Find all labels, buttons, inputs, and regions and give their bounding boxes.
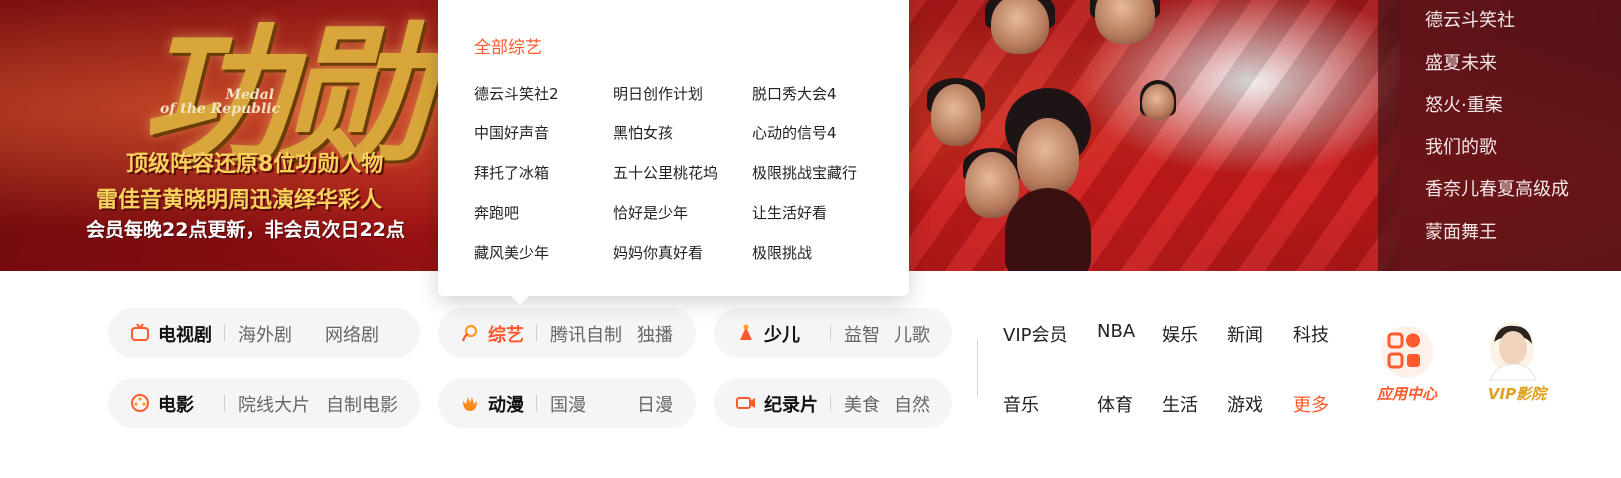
vip-cinema-label: VIP影院 <box>1487 385 1547 403</box>
nav-link-tech[interactable]: 科技 <box>1293 321 1329 347</box>
dropdown-item[interactable]: 五十公里桃花坞 <box>613 162 718 183</box>
separator <box>224 325 225 341</box>
vip-cinema-button[interactable]: VIP影院 <box>1472 318 1562 418</box>
channel-label[interactable]: 纪录片 <box>764 391 818 417</box>
hero-side-item[interactable]: 蒙面舞王 <box>1425 218 1497 244</box>
hero-side-item[interactable]: 德云斗笑社 <box>1425 6 1515 32</box>
hero-headline-3: 会员每晚22点更新，非会员次日22点 <box>86 219 405 241</box>
nav-link-more[interactable]: 更多 <box>1293 391 1329 417</box>
channel-sub-link[interactable]: 自制电影 <box>326 391 398 417</box>
dropdown-item[interactable]: 心动的信号4 <box>752 122 837 143</box>
channel-sub-link[interactable]: 腾讯自制 <box>550 321 622 347</box>
dropdown-item[interactable]: 奔跑吧 <box>474 202 519 223</box>
channel-pill-anime[interactable]: 动漫 国漫 日漫 <box>438 378 696 428</box>
hero-headline-1: 顶级阵容还原8位功勋人物 <box>126 152 384 177</box>
hero-headline-2: 雷佳音黄晓明周迅演绎华彩人 <box>96 188 383 213</box>
channel-sub-link[interactable]: 美食 <box>844 391 880 417</box>
hero-side-item[interactable]: 香奈儿春夏高级成 <box>1425 175 1569 201</box>
variety-dropdown-menu: 全部综艺 德云斗笑社2 明日创作计划 脱口秀大会4 中国好声音 黑怕女孩 心动的… <box>438 0 909 305</box>
variety-icon <box>461 324 478 342</box>
dropdown-item[interactable]: 黑怕女孩 <box>613 122 673 143</box>
channel-pill-variety[interactable]: 综艺 腾讯自制 独播 <box>438 308 696 358</box>
channel-sub-link[interactable]: 海外剧 <box>238 321 292 347</box>
hero-side-item[interactable]: 我们的歌 <box>1425 133 1497 159</box>
channel-pill-movie[interactable]: 电影 院线大片 自制电影 <box>108 378 420 428</box>
channel-sub-link[interactable]: 国漫 <box>550 391 586 417</box>
vip-cinema-avatar <box>1489 322 1537 381</box>
channel-label[interactable]: 综艺 <box>488 321 524 347</box>
nav-link-games[interactable]: 游戏 <box>1227 391 1263 417</box>
channel-sub-link[interactable]: 日漫 <box>637 391 673 417</box>
dropdown-item[interactable]: 藏风美少年 <box>474 242 549 263</box>
dropdown-item[interactable]: 极限挑战宝藏行 <box>752 162 857 183</box>
app-center-icon <box>1381 326 1433 378</box>
separator <box>224 395 225 411</box>
dropdown-all-variety-link[interactable]: 全部综艺 <box>474 33 542 58</box>
nav-link-life[interactable]: 生活 <box>1162 391 1198 417</box>
channel-label[interactable]: 电影 <box>158 391 194 417</box>
nav-link-music[interactable]: 音乐 <box>1003 391 1039 417</box>
dropdown-item[interactable]: 中国好声音 <box>474 122 549 143</box>
dropdown-item[interactable]: 德云斗笑社2 <box>474 83 559 104</box>
channel-sub-link[interactable]: 益智 <box>844 321 880 347</box>
app-center-button[interactable]: 应用中心 <box>1357 318 1457 418</box>
hero-side-list: 德云斗笑社 盛夏未来 怒火·重案 我们的歌 香奈儿春夏高级成 蒙面舞王 <box>1378 0 1621 271</box>
tv-icon <box>131 323 149 341</box>
anime-icon <box>463 397 477 411</box>
nav-link-news[interactable]: 新闻 <box>1227 321 1263 347</box>
dropdown-item[interactable]: 恰好是少年 <box>613 202 688 223</box>
hero-medal-line2: of the Republic <box>160 101 281 117</box>
separator <box>536 395 537 411</box>
hero-cast-image <box>905 0 1315 271</box>
channel-sub-link[interactable]: 院线大片 <box>238 391 310 417</box>
separator <box>830 325 831 341</box>
dropdown-item[interactable]: 拜托了冰箱 <box>474 162 549 183</box>
channel-sub-link[interactable]: 独播 <box>637 321 673 347</box>
nav-link-sports[interactable]: 体育 <box>1097 391 1133 417</box>
channel-pill-kids[interactable]: 少儿 益智 儿歌 <box>714 308 952 358</box>
movie-icon <box>131 394 149 412</box>
dropdown-item[interactable]: 脱口秀大会4 <box>752 83 837 104</box>
nav-link-entertainment[interactable]: 娱乐 <box>1162 321 1198 347</box>
channel-label[interactable]: 电视剧 <box>158 321 212 347</box>
nav-divider <box>977 339 978 397</box>
channel-sub-link[interactable]: 网络剧 <box>325 321 379 347</box>
channel-label[interactable]: 少儿 <box>764 321 800 347</box>
dropdown-item[interactable]: 让生活好看 <box>752 202 827 223</box>
hero-side-item[interactable]: 怒火·重案 <box>1425 91 1503 117</box>
documentary-icon <box>736 397 755 409</box>
kids-icon <box>740 324 752 340</box>
channel-label[interactable]: 动漫 <box>488 391 524 417</box>
hero-medal-line1: Medal <box>225 87 275 103</box>
channel-sub-link[interactable]: 儿歌 <box>894 321 930 347</box>
channel-pill-documentary[interactable]: 纪录片 美食 自然 <box>714 378 952 428</box>
hero-medal-text: Medal of the Republic <box>160 88 280 116</box>
nav-link-nba[interactable]: NBA <box>1097 321 1135 342</box>
separator <box>830 395 831 411</box>
dropdown-item[interactable]: 明日创作计划 <box>613 83 703 104</box>
channel-sub-link[interactable]: 自然 <box>894 391 930 417</box>
hero-side-item[interactable]: 盛夏未来 <box>1425 49 1497 75</box>
app-center-label: 应用中心 <box>1376 385 1437 403</box>
dropdown-item[interactable]: 极限挑战 <box>752 242 812 263</box>
dropdown-item[interactable]: 妈妈你真好看 <box>613 242 703 263</box>
separator <box>536 325 537 341</box>
nav-link-vip[interactable]: VIP会员 <box>1003 321 1067 347</box>
channel-pill-tv[interactable]: 电视剧 海外剧 网络剧 <box>108 308 420 358</box>
